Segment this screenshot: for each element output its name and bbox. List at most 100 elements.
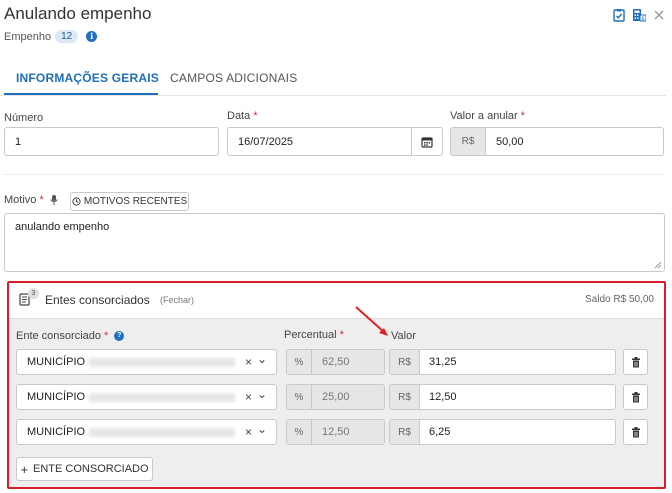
annotation-arrow-icon xyxy=(355,306,388,336)
delete-row-button-3[interactable] xyxy=(623,419,648,445)
ente-value: MUNICÍPIO xyxy=(27,391,86,403)
col-ente-label: Ente consorciado xyxy=(16,330,101,342)
redacted-text xyxy=(89,357,236,367)
chevron-down-icon[interactable]: ⌄ xyxy=(257,387,267,401)
fechar-link[interactable]: (Fechar) xyxy=(160,295,194,305)
currency-prefix: R$ xyxy=(450,127,486,156)
valor-value: 6,25 xyxy=(429,426,451,438)
close-icon[interactable] xyxy=(652,8,666,22)
col-percentual-header: Percentual * xyxy=(284,329,344,341)
tab-bar: INFORMAÇÕES GERAIS CAMPOS ADICIONAIS xyxy=(0,58,666,96)
percent-prefix: % xyxy=(286,419,312,445)
count-badge: 3 xyxy=(28,288,39,299)
entes-consorciados-panel: 3 Entes consorciados (Fechar) Saldo R$ 5… xyxy=(7,281,666,489)
delete-row-button-2[interactable] xyxy=(623,384,648,410)
clear-icon[interactable]: × xyxy=(245,390,252,404)
required-mark: * xyxy=(520,110,525,122)
motivo-label: Motivo * xyxy=(4,194,59,206)
percentual-field-1: 62,50 xyxy=(311,349,385,375)
subtitle-label: Empenho xyxy=(4,30,52,43)
valor-anular-field[interactable]: 50,00 xyxy=(485,127,664,156)
tab-campos-adicionais[interactable]: CAMPOS ADICIONAIS xyxy=(170,71,297,85)
page-subtitle: Empenho 12 i xyxy=(4,30,98,43)
chevron-down-icon[interactable]: ⌄ xyxy=(257,422,267,436)
valor-anular-label-text: Valor a anular xyxy=(450,110,518,122)
valor-anular-label: Valor a anular * xyxy=(450,110,525,122)
ente-select-1[interactable]: MUNICÍPIO × ⌄ xyxy=(16,349,277,375)
active-tab-indicator xyxy=(4,93,158,95)
ente-select-3[interactable]: MUNICÍPIO × ⌄ xyxy=(16,419,277,445)
numero-label: Número xyxy=(4,112,43,124)
currency-prefix: R$ xyxy=(389,349,420,375)
percentual-value: 12,50 xyxy=(322,426,350,438)
chevron-down-icon[interactable]: ⌄ xyxy=(257,352,267,366)
resize-handle-icon[interactable] xyxy=(654,261,662,269)
col-valor-header: Valor xyxy=(391,330,416,342)
add-ente-button[interactable]: + ENTE CONSORCIADO xyxy=(16,457,153,481)
info-icon[interactable]: i xyxy=(86,31,98,42)
add-ente-label: ENTE CONSORCIADO xyxy=(33,463,149,475)
motivos-recentes-button[interactable]: MOTIVOS RECENTES xyxy=(70,192,189,211)
tab-informacoes-gerais[interactable]: INFORMAÇÕES GERAIS xyxy=(16,71,159,85)
page-title: Anulando empenho xyxy=(4,4,152,23)
valor-value: 12,50 xyxy=(429,391,457,403)
section-divider xyxy=(4,174,664,175)
trash-icon xyxy=(631,391,640,402)
valor-field-1[interactable]: 31,25 xyxy=(419,349,616,375)
valor-field-3[interactable]: 6,25 xyxy=(419,419,616,445)
empenho-count-badge: 12 xyxy=(55,30,79,43)
numero-label-text: Número xyxy=(4,112,44,124)
microphone-icon[interactable] xyxy=(49,194,59,206)
currency-prefix: R$ xyxy=(389,384,420,410)
panel-body: Ente consorciado * ? Percentual * Valor MU… xyxy=(9,306,664,487)
valor-field-2[interactable]: 12,50 xyxy=(419,384,616,410)
motivo-textarea[interactable]: anulando empenho xyxy=(4,213,665,272)
data-label: Data * xyxy=(227,110,258,122)
panel-title: Entes consorciados xyxy=(45,293,150,307)
numero-value: 1 xyxy=(15,135,22,148)
calendar-button[interactable] xyxy=(411,128,442,155)
ente-select-2[interactable]: MUNICÍPIO × ⌄ xyxy=(16,384,277,410)
ente-value: MUNICÍPIO xyxy=(27,356,86,368)
motivo-label-text: Motivo xyxy=(4,194,37,206)
calendar-icon xyxy=(421,136,433,148)
percent-prefix: % xyxy=(286,349,312,375)
delete-row-button-1[interactable] xyxy=(623,349,648,375)
ente-value: MUNICÍPIO xyxy=(27,426,86,438)
percentual-field-2: 25,00 xyxy=(311,384,385,410)
saldo-text: Saldo R$ 50,00 xyxy=(585,294,654,305)
numero-field[interactable]: 1 xyxy=(4,127,219,156)
currency-prefix: R$ xyxy=(389,419,420,445)
required-mark: * xyxy=(253,110,258,122)
help-icon[interactable]: ? xyxy=(114,331,125,341)
calculator-money-icon[interactable]: $ xyxy=(632,8,646,22)
valor-anular-value: 50,00 xyxy=(496,135,524,148)
header-actions: $ xyxy=(612,8,666,22)
percentual-field-3: 12,50 xyxy=(311,419,385,445)
trash-icon xyxy=(631,356,640,367)
required-mark: * xyxy=(39,194,44,206)
redacted-text xyxy=(89,392,236,402)
required-mark: * xyxy=(339,329,344,341)
col-percentual-label: Percentual xyxy=(284,329,337,341)
clear-icon[interactable]: × xyxy=(245,355,252,369)
percent-prefix: % xyxy=(286,384,312,410)
col-ente-header: Ente consorciado * ? xyxy=(16,330,125,342)
data-field[interactable]: 16/07/2025 xyxy=(227,127,443,156)
data-label-text: Data xyxy=(227,110,251,122)
percentual-value: 25,00 xyxy=(322,391,350,403)
data-value: 16/07/2025 xyxy=(238,135,294,148)
percentual-value: 62,50 xyxy=(322,356,350,368)
valor-value: 31,25 xyxy=(429,356,457,368)
panel-header: 3 Entes consorciados (Fechar) Saldo R$ 5… xyxy=(9,283,664,319)
redacted-text xyxy=(89,427,236,437)
trash-icon xyxy=(631,426,640,437)
clear-icon[interactable]: × xyxy=(245,425,252,439)
svg-text:$: $ xyxy=(641,16,644,22)
clipboard-check-icon[interactable] xyxy=(612,8,626,22)
clock-icon xyxy=(72,197,81,206)
motivos-recentes-label: MOTIVOS RECENTES xyxy=(83,196,188,207)
plus-icon: + xyxy=(20,461,29,477)
required-mark: * xyxy=(104,330,109,342)
motivo-value: anulando empenho xyxy=(15,221,110,233)
